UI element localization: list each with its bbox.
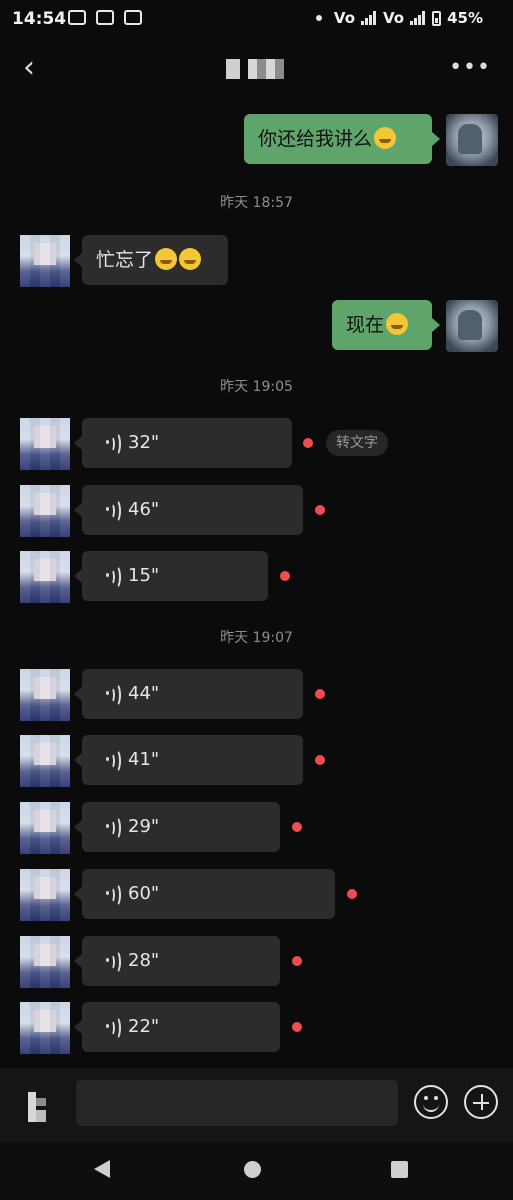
voice-to-text-button[interactable]: 转文字 (326, 430, 388, 456)
contact-avatar[interactable] (20, 485, 70, 537)
voice-wave-icon (106, 432, 124, 456)
smile-emoji-icon (374, 127, 397, 149)
volte-2-icon: Vo (383, 9, 405, 27)
voice-duration: 15" (128, 565, 160, 586)
laugh-emoji-icon (155, 248, 178, 270)
voice-duration: 41" (128, 749, 160, 770)
unread-dot (292, 956, 302, 966)
voice-message-bubble[interactable]: 29" (74, 802, 280, 852)
voice-duration: 32" (128, 432, 160, 453)
message-input[interactable] (76, 1080, 398, 1126)
unread-dot (315, 689, 325, 699)
volte-1-icon: Vo (333, 9, 355, 27)
contact-avatar[interactable] (20, 1002, 70, 1054)
voice-message-bubble[interactable]: 46" (74, 485, 303, 535)
contact-avatar[interactable] (20, 669, 70, 721)
voice-message-bubble[interactable]: 32" (74, 418, 292, 468)
status-right: Vo Vo 45% (315, 9, 483, 27)
voice-wave-icon (106, 1016, 124, 1040)
contact-avatar[interactable] (20, 936, 70, 988)
timestamp: 昨天 19:07 (220, 630, 293, 646)
unread-dot (280, 571, 290, 581)
notification-icons (68, 10, 142, 25)
voice-message-bubble[interactable]: 22" (74, 1002, 280, 1052)
voice-duration: 46" (128, 499, 160, 520)
nav-home-icon[interactable] (244, 1161, 261, 1178)
unread-dot (303, 438, 313, 448)
contact-avatar[interactable] (20, 235, 70, 287)
voice-duration: 28" (128, 950, 160, 971)
voice-duration: 60" (128, 883, 160, 904)
back-button[interactable]: ‹ (14, 53, 44, 83)
message-bubble[interactable]: 忙忘了 (74, 235, 228, 285)
voice-wave-icon (106, 683, 124, 707)
app-notification-icon (96, 10, 114, 25)
voice-message-bubble[interactable]: 15" (74, 551, 268, 601)
voice-input-toggle-icon[interactable] (28, 1092, 48, 1122)
message-text: 忙忘了 (96, 249, 154, 271)
message-list[interactable]: 你还给我讲么 昨天 18:57 忙忘了 现在 昨天 19:05 32" 转文字 … (0, 100, 513, 1068)
voice-message-bubble[interactable]: 41" (74, 735, 303, 785)
voice-message-bubble[interactable]: 60" (74, 869, 335, 919)
chat-screen: 14:54 Vo Vo 45% ‹ ••• 你还给我讲么 昨天 18:57 忙忘… (0, 0, 513, 1200)
unread-dot (292, 1022, 302, 1032)
contact-name-redacted (226, 59, 284, 79)
unread-dot (315, 505, 325, 515)
more-options-button[interactable]: ••• (449, 55, 491, 80)
voice-duration: 22" (128, 1016, 160, 1037)
signal-2-icon (410, 11, 426, 25)
message-notification-icon (68, 10, 86, 25)
emoji-button-icon[interactable] (414, 1085, 448, 1119)
voice-wave-icon (106, 816, 124, 840)
message-bubble[interactable]: 现在 (332, 300, 440, 350)
contact-avatar[interactable] (20, 735, 70, 787)
timestamp: 昨天 19:05 (220, 379, 293, 395)
timestamp: 昨天 18:57 (220, 195, 293, 211)
voice-message-bubble[interactable]: 28" (74, 936, 280, 986)
contact-avatar[interactable] (20, 418, 70, 470)
contact-avatar[interactable] (20, 869, 70, 921)
input-bar (0, 1068, 513, 1142)
self-avatar[interactable] (446, 300, 498, 352)
message-bubble[interactable]: 你还给我讲么 (244, 114, 440, 164)
cat-notification-icon (124, 10, 142, 25)
contact-avatar[interactable] (20, 802, 70, 854)
self-avatar[interactable] (446, 114, 498, 166)
contact-avatar[interactable] (20, 551, 70, 603)
unread-dot (315, 755, 325, 765)
nav-back-icon[interactable] (94, 1160, 110, 1178)
unread-dot (292, 822, 302, 832)
system-nav-bar (0, 1142, 513, 1200)
voice-wave-icon (106, 565, 124, 589)
status-time: 14:54 (12, 9, 67, 29)
voice-wave-icon (106, 749, 124, 773)
laugh-emoji-icon (179, 248, 202, 270)
voice-duration: 44" (128, 683, 160, 704)
signal-1-icon (361, 11, 377, 25)
voice-wave-icon (106, 499, 124, 523)
voice-message-bubble[interactable]: 44" (74, 669, 303, 719)
message-text: 你还给我讲么 (258, 128, 373, 150)
nav-recent-apps-icon[interactable] (391, 1161, 408, 1178)
status-bar: 14:54 Vo Vo 45% (0, 0, 513, 38)
dot-icon (315, 15, 322, 21)
voice-duration: 29" (128, 816, 160, 837)
message-text: 现在 (346, 314, 385, 336)
more-functions-plus-icon[interactable] (464, 1085, 498, 1119)
grin-emoji-icon (386, 313, 409, 335)
battery-percent: 45% (447, 9, 483, 27)
chat-header: ‹ ••• (0, 38, 513, 100)
battery-icon (432, 10, 442, 26)
unread-dot (347, 889, 357, 899)
voice-wave-icon (106, 950, 124, 974)
voice-wave-icon (106, 883, 124, 907)
